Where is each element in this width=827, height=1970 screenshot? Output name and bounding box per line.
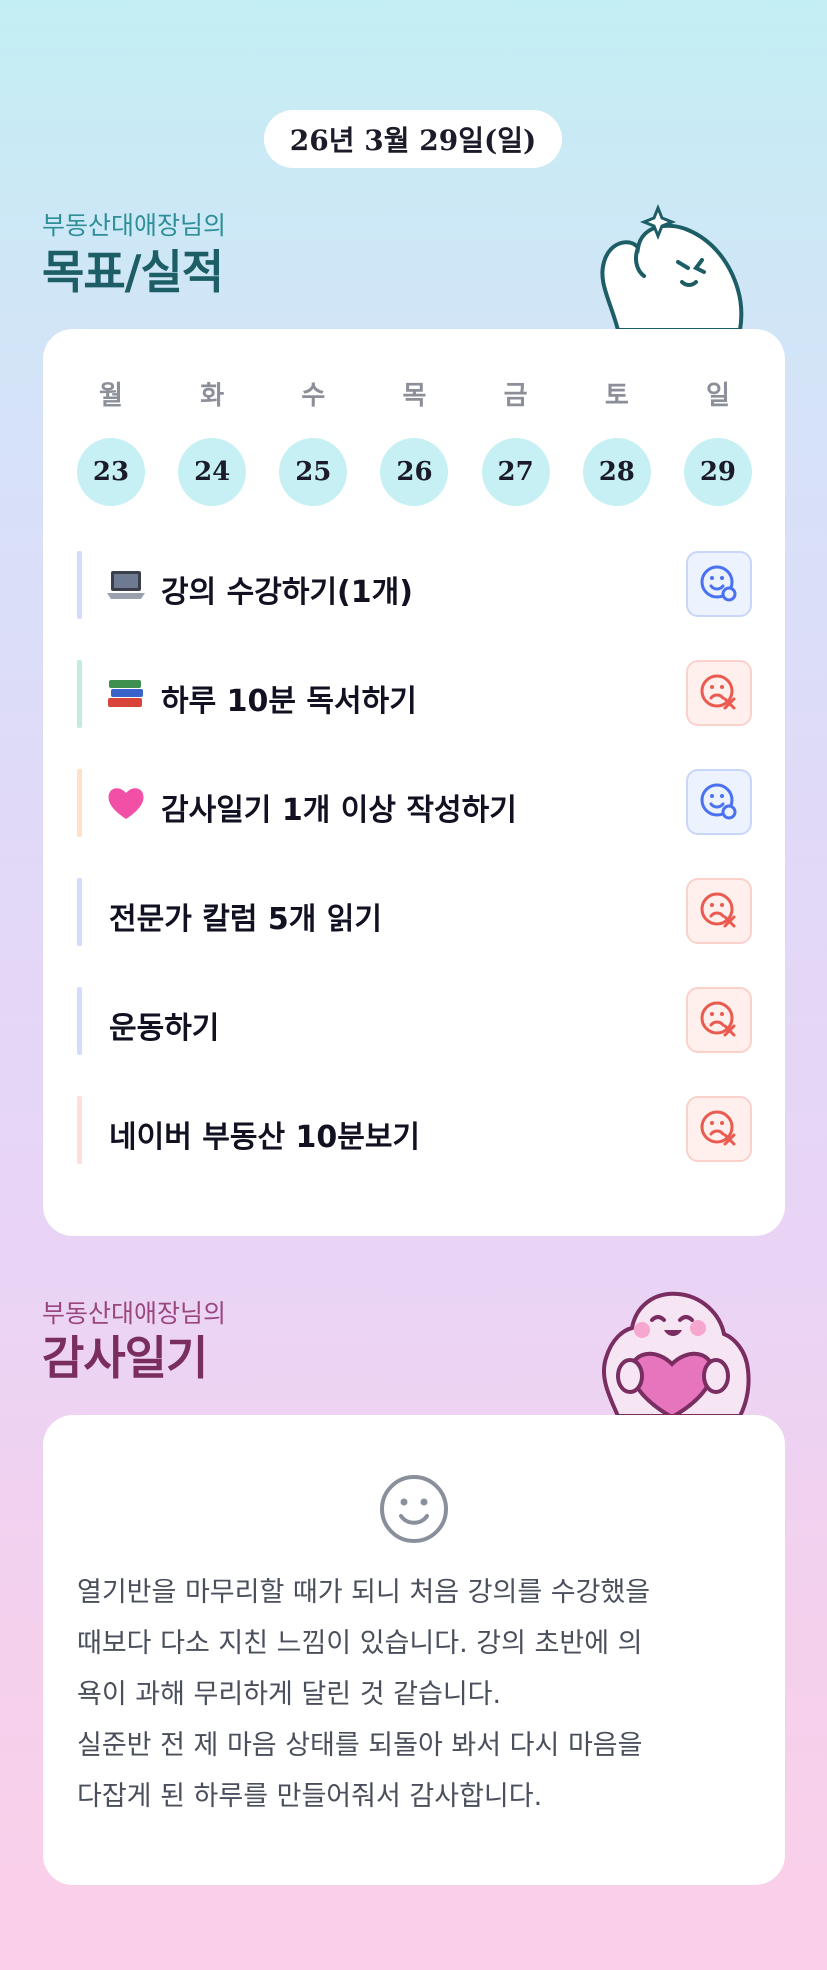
goal-accent-bar (77, 551, 82, 619)
goal-row[interactable]: 감사일기 1개 이상 작성하기 (77, 769, 752, 837)
diary-card: 열기반을 마무리할 때가 되니 처음 강의를 수강했을 때보다 다소 지친 느낌… (43, 1415, 785, 1885)
goal-text: 운동하기 (109, 1011, 220, 1046)
smile-check-icon (700, 783, 737, 820)
sad-x-icon (700, 674, 736, 710)
goal-row[interactable]: 강의 수강하기(1개) (77, 551, 752, 619)
goal-row[interactable]: 전문가 칼럼 5개 읽기 (77, 878, 752, 946)
weekday-label: 일 (705, 381, 730, 411)
diary-section-title: 감사일기 (42, 1331, 208, 1385)
ghost-heart-mascot-illustration (590, 1284, 760, 1420)
weekday-label: 토 (604, 381, 629, 411)
goals-card: 월 화 수 목 금 토 일 23 24 25 26 27 28 29 강의 수강… (43, 329, 785, 1236)
goal-text: 감사일기 1개 이상 작성하기 (161, 793, 517, 828)
weekday-row: 월 화 수 목 금 토 일 (77, 375, 752, 412)
goal-row[interactable]: 운동하기 (77, 987, 752, 1055)
goal-row[interactable]: 네이버 부동산 10분보기 (77, 1096, 752, 1164)
goal-accent-bar (77, 660, 82, 728)
goal-accent-bar (77, 987, 82, 1055)
date-button[interactable]: 24 (178, 438, 247, 506)
date-button[interactable]: 26 (380, 438, 449, 506)
date-button[interactable]: 28 (582, 438, 651, 506)
date-row: 23 24 25 26 27 28 29 (77, 438, 752, 506)
goal-row[interactable]: 하루 10분 독서하기 (77, 660, 752, 728)
goal-text: 네이버 부동산 10분보기 (109, 1120, 421, 1155)
smile-icon (377, 1472, 451, 1550)
goal-status-achieved[interactable] (686, 769, 752, 835)
date-button[interactable]: 25 (279, 438, 348, 506)
sad-x-icon (700, 892, 736, 928)
weekday-label: 월 (99, 381, 123, 411)
goal-status-missed[interactable] (686, 987, 752, 1053)
sad-x-icon (700, 1001, 736, 1037)
heart-icon (105, 783, 147, 823)
date-button[interactable]: 23 (77, 438, 145, 506)
date-button[interactable]: 27 (481, 438, 550, 506)
laptop-icon (105, 565, 147, 605)
ghost-mascot-illustration (590, 200, 760, 334)
date-label: 26년 3월 29일(일) (289, 124, 537, 157)
goal-text: 전문가 칼럼 5개 읽기 (109, 902, 383, 937)
weekday-label: 수 (301, 381, 326, 411)
goal-accent-bar (77, 769, 82, 837)
goals-section-title: 목표/실적 (42, 245, 224, 299)
goal-accent-bar (77, 878, 82, 946)
weekday-label: 화 (200, 381, 225, 411)
goal-status-achieved[interactable] (686, 551, 752, 617)
goal-status-missed[interactable] (686, 660, 752, 726)
smile-check-icon (700, 565, 737, 602)
weekday-label: 목 (402, 381, 427, 411)
goal-accent-bar (77, 1096, 82, 1164)
goal-text: 강의 수강하기(1개) (161, 575, 413, 610)
books-icon (105, 674, 147, 714)
goal-text: 하루 10분 독서하기 (161, 684, 417, 719)
date-button-selected[interactable]: 29 (683, 438, 752, 506)
sad-x-icon (700, 1110, 736, 1146)
diary-entry-text[interactable]: 열기반을 마무리할 때가 되니 처음 강의를 수강했을 때보다 다소 지친 느낌… (77, 1567, 757, 1822)
goal-status-missed[interactable] (686, 1096, 752, 1162)
date-pill[interactable]: 26년 3월 29일(일) (264, 110, 562, 168)
weekday-label: 금 (503, 381, 528, 411)
goal-status-missed[interactable] (686, 878, 752, 944)
